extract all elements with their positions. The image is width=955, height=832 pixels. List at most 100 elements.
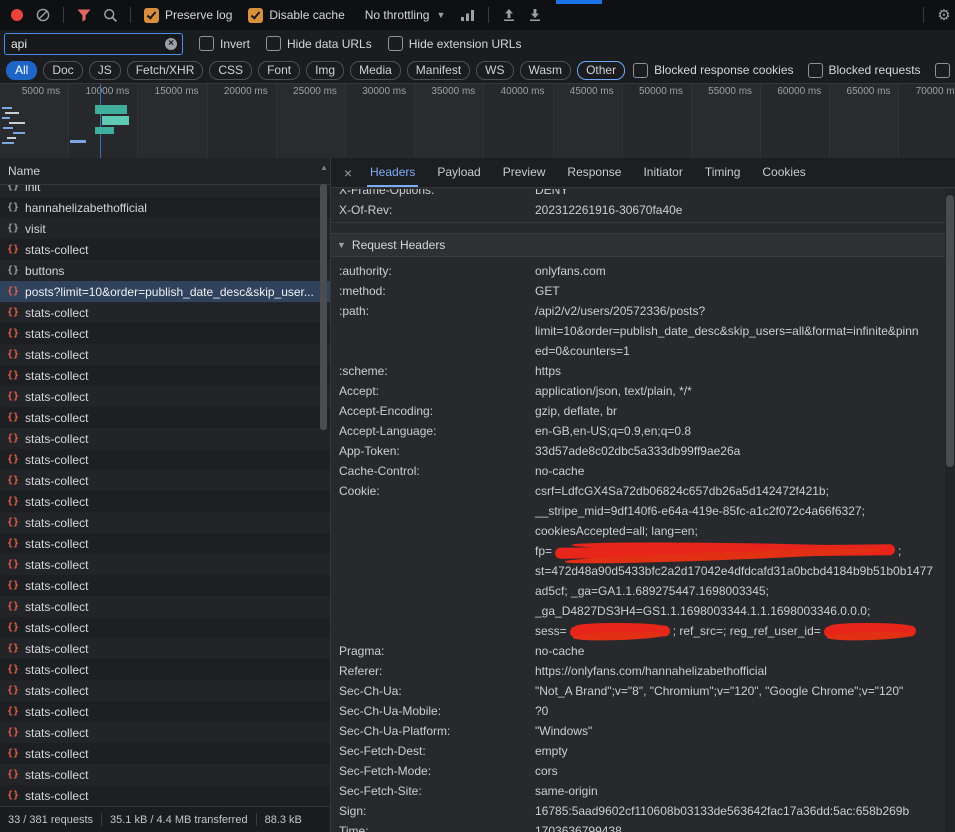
request-row[interactable]: {}visit: [0, 218, 330, 239]
header-row: App-Token:33d57ade8c02dbc5a333db99ff9ae2…: [331, 441, 955, 461]
request-row[interactable]: {}stats-collect: [0, 554, 330, 575]
request-name: stats-collect: [25, 642, 330, 656]
detail-tabs-bar: × HeadersPayloadPreviewResponseInitiator…: [331, 158, 955, 188]
tab-cookies[interactable]: Cookies: [751, 158, 816, 187]
header-value: application/json, text/plain, */*: [535, 381, 955, 401]
hide-data-urls-checkbox[interactable]: Hide data URLs: [266, 36, 372, 51]
request-row[interactable]: {}stats-collect: [0, 302, 330, 323]
request-row[interactable]: {}stats-collect: [0, 638, 330, 659]
search-button[interactable]: [97, 2, 123, 28]
request-row[interactable]: {}stats-collect: [0, 764, 330, 785]
settings-button[interactable]: ⚙: [931, 2, 955, 28]
filter-pill-js[interactable]: JS: [89, 61, 121, 80]
import-har-button[interactable]: [496, 2, 522, 28]
scrollbar-thumb[interactable]: [320, 184, 327, 430]
header-value-line: limit=10&order=publish_date_desc&skip_us…: [535, 321, 955, 341]
hide-extension-urls-checkbox[interactable]: Hide extension URLs: [388, 36, 522, 51]
request-row[interactable]: {}stats-collect: [0, 239, 330, 260]
request-name: init: [25, 185, 330, 194]
request-row[interactable]: {}init: [0, 185, 330, 197]
tab-preview[interactable]: Preview: [492, 158, 557, 187]
header-key: Sec-Fetch-Mode:: [339, 761, 535, 781]
record-button[interactable]: [4, 2, 30, 28]
type-filter-pills: All Doc JS Fetch/XHR CSS Font Img Media Manifest…: [6, 61, 625, 80]
blocked-response-cookies-checkbox[interactable]: Blocked response cookies: [633, 63, 793, 78]
request-row[interactable]: {}stats-collect: [0, 575, 330, 596]
header-value-line: application/json, text/plain, */*: [535, 381, 955, 401]
fetch-braces-icon: {}: [7, 391, 19, 402]
request-headers-section[interactable]: ▼ Request Headers: [331, 233, 955, 257]
request-row[interactable]: {}stats-collect: [0, 680, 330, 701]
request-row[interactable]: {}stats-collect: [0, 323, 330, 344]
fetch-braces-icon: {}: [7, 202, 19, 213]
tab-headers[interactable]: Headers: [359, 158, 426, 187]
scrollbar-thumb[interactable]: [946, 195, 954, 467]
request-row[interactable]: {}stats-collect: [0, 386, 330, 407]
request-row[interactable]: {}stats-collect: [0, 512, 330, 533]
filter-pill-fetch-xhr[interactable]: Fetch/XHR: [127, 61, 204, 80]
request-row[interactable]: {}stats-collect: [0, 365, 330, 386]
preserve-log-checkbox[interactable]: Preserve log: [144, 8, 232, 23]
resources-size: 88.3 kB: [265, 814, 302, 826]
request-row[interactable]: {}stats-collect: [0, 470, 330, 491]
filter-pill-css[interactable]: CSS: [209, 61, 252, 80]
scroll-up-arrow-icon[interactable]: ▲: [320, 163, 328, 172]
request-row[interactable]: {}stats-collect: [0, 722, 330, 743]
filter-toggle-button[interactable]: [71, 2, 97, 28]
clear-button[interactable]: [30, 2, 56, 28]
request-row[interactable]: {}stats-collect: [0, 428, 330, 449]
request-row[interactable]: {}stats-collect: [0, 785, 330, 806]
request-row[interactable]: {}stats-collect: [0, 533, 330, 554]
tab-payload[interactable]: Payload: [426, 158, 491, 187]
request-row[interactable]: {}buttons: [0, 260, 330, 281]
request-row[interactable]: {}stats-collect: [0, 407, 330, 428]
request-row[interactable]: {}stats-collect: [0, 491, 330, 512]
details-scrollbar[interactable]: [945, 189, 955, 832]
timeline-overview[interactable]: 5000 ms10000 ms15000 ms20000 ms25000 ms3…: [0, 83, 955, 159]
clear-filter-icon[interactable]: ×: [165, 38, 177, 50]
request-name: stats-collect: [25, 537, 330, 551]
request-row[interactable]: {}stats-collect: [0, 659, 330, 680]
disclosure-triangle-icon[interactable]: ▼: [337, 240, 346, 250]
request-row[interactable]: {}posts?limit=10&order=publish_date_desc…: [0, 281, 330, 302]
close-details-button[interactable]: ×: [337, 165, 359, 181]
blocked-requests-checkbox[interactable]: Blocked requests: [808, 63, 921, 78]
header-value: "Not_A Brand";v="8", "Chromium";v="120",…: [535, 681, 955, 701]
filter-pill-manifest[interactable]: Manifest: [407, 61, 470, 80]
header-value-text: csrf=LdfcGX4Sa72db06824c657db26a5d142472…: [535, 484, 829, 498]
header-value-line: sess=; ref_src=; reg_ref_user_id=: [535, 621, 955, 641]
timeline-tick-label: 50000 ms: [639, 86, 683, 97]
filter-pill-doc[interactable]: Doc: [43, 61, 82, 80]
request-row[interactable]: {}stats-collect: [0, 449, 330, 470]
request-row[interactable]: {}stats-collect: [0, 344, 330, 365]
request-row[interactable]: {}stats-collect: [0, 617, 330, 638]
network-conditions-button[interactable]: [455, 2, 481, 28]
request-row[interactable]: {}hannahelizabethofficial: [0, 197, 330, 218]
throttling-select[interactable]: No throttling ▼: [365, 8, 446, 22]
disable-cache-label: Disable cache: [269, 8, 344, 22]
filter-pill-other[interactable]: Other: [577, 61, 625, 80]
filter-input[interactable]: api ×: [4, 33, 183, 55]
filter-pill-font[interactable]: Font: [258, 61, 300, 80]
tab-timing[interactable]: Timing: [694, 158, 752, 187]
filter-pill-wasm[interactable]: Wasm: [520, 61, 572, 80]
request-row[interactable]: {}stats-collect: [0, 596, 330, 617]
export-har-button[interactable]: [522, 2, 548, 28]
3rd-party-requests-checkbox[interactable]: 3rd-party requests: [935, 63, 955, 78]
request-name: posts?limit=10&order=publish_date_desc&s…: [25, 285, 330, 299]
request-row[interactable]: {}stats-collect: [0, 701, 330, 722]
header-value-line: csrf=LdfcGX4Sa72db06824c657db26a5d142472…: [535, 481, 955, 501]
request-row[interactable]: {}stats-collect: [0, 743, 330, 764]
request-list-scrollbar[interactable]: ▲: [318, 158, 330, 806]
waterfall-bar: [13, 132, 25, 134]
filter-pill-all[interactable]: All: [6, 61, 37, 80]
name-column-header[interactable]: Name: [0, 158, 331, 185]
tab-initiator[interactable]: Initiator: [632, 158, 693, 187]
filter-pill-ws[interactable]: WS: [476, 61, 513, 80]
filter-pill-img[interactable]: Img: [306, 61, 344, 80]
fetch-braces-icon: {}: [7, 790, 19, 801]
invert-checkbox[interactable]: Invert: [199, 36, 250, 51]
filter-pill-media[interactable]: Media: [350, 61, 401, 80]
disable-cache-checkbox[interactable]: Disable cache: [248, 8, 344, 23]
tab-response[interactable]: Response: [556, 158, 632, 187]
